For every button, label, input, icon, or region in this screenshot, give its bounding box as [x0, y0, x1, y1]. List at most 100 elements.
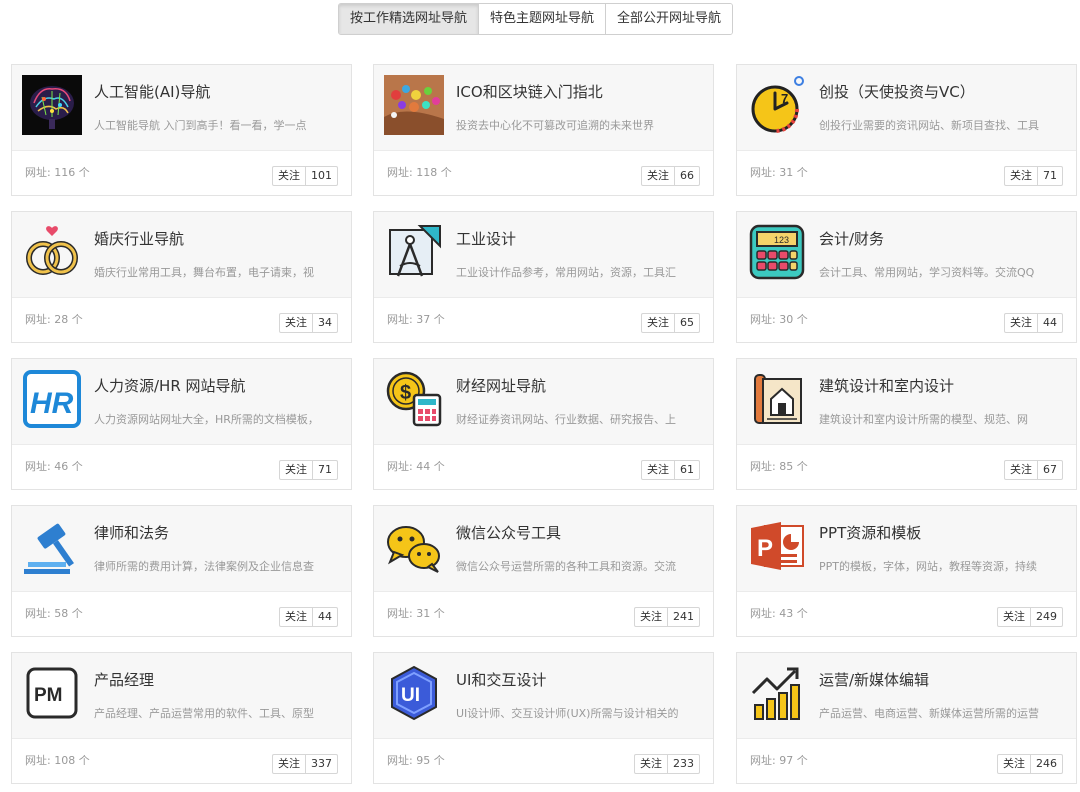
ai-brain-icon: [22, 75, 82, 135]
svg-text:123: 123: [774, 235, 789, 245]
card-header: PM 产品经理 产品经理、产品运营常用的软件、工具、原型: [12, 653, 351, 739]
follow-button[interactable]: 关注 67: [1004, 460, 1063, 480]
card-description: PPT的模板，字体，网站，教程等资源，持续: [819, 560, 1037, 573]
follow-button[interactable]: 关注 65: [641, 313, 700, 333]
card-header: 婚庆行业导航 婚庆行业常用工具，舞台布置，电子请柬，视: [12, 212, 351, 298]
follow-button[interactable]: 关注 246: [997, 754, 1063, 774]
card-ai[interactable]: 人工智能(AI)导航 人工智能导航 入门到高手！看一看，学一点 网址: 116 …: [11, 64, 352, 196]
card-ppt[interactable]: P PPT资源和模板 PPT的模板，字体，网站，教程等资源，持续 网址: 43 …: [736, 505, 1077, 637]
url-count: 网址: 46 个: [25, 460, 83, 473]
follow-button[interactable]: 关注 337: [272, 754, 338, 774]
follow-count: 66: [680, 169, 694, 182]
calculator-icon: 123: [747, 222, 807, 282]
svg-text:HR: HR: [30, 387, 74, 420]
card-header: $ 财经网址导航 财经证券资讯网站、行业数据、研究报告、上: [374, 359, 713, 445]
card-title[interactable]: 创投（天使投资与VC）: [819, 81, 975, 102]
card-legal[interactable]: 律师和法务 律师所需的费用计算，法律案例及企业信息查 网址: 58 个 关注 4…: [11, 505, 352, 637]
card-header: 人工智能(AI)导航 人工智能导航 入门到高手！看一看，学一点: [12, 65, 351, 151]
follow-label: 关注: [1005, 167, 1038, 185]
tab-work-picks[interactable]: 按工作精选网址导航: [339, 4, 480, 34]
card-title[interactable]: ICO和区块链入门指北: [456, 81, 603, 102]
card-wedding[interactable]: 婚庆行业导航 婚庆行业常用工具，舞台布置，电子请柬，视 网址: 28 个 关注 …: [11, 211, 352, 343]
nav-tabs: 按工作精选网址导航 特色主题网址导航 全部公开网址导航: [338, 3, 734, 35]
card-venture[interactable]: 7 创投（天使投资与VC） 创投行业需要的资讯网站、新项目查找、工具 网址: 3…: [736, 64, 1077, 196]
wedding-rings-icon: [22, 222, 82, 282]
card-operations[interactable]: 运营/新媒体编辑 产品运营、电商运营、新媒体运营所需的运营 网址: 97 个 关…: [736, 652, 1077, 784]
card-wechat[interactable]: 微信公众号工具 微信公众号运营所需的各种工具和资源。交流 网址: 31 个 关注…: [373, 505, 714, 637]
follow-button[interactable]: 关注 61: [641, 460, 700, 480]
follow-label: 关注: [1005, 314, 1038, 332]
card-description: 工业设计作品参考，常用网站，资源，工具汇: [456, 266, 676, 279]
card-title[interactable]: 律师和法务: [94, 522, 169, 543]
card-header: 建筑设计和室内设计 建筑设计和室内设计所需的模型、规范、网: [737, 359, 1076, 445]
card-hr[interactable]: HR 人力资源/HR 网站导航 人力资源网站网址大全，HR所需的文档模板， 网址…: [11, 358, 352, 490]
card-title[interactable]: 婚庆行业导航: [94, 228, 184, 249]
drafting-compass-icon: [384, 222, 444, 282]
follow-count: 71: [1043, 169, 1057, 182]
url-count: 网址: 118 个: [387, 166, 452, 179]
url-count: 网址: 30 个: [750, 313, 808, 326]
follow-label: 关注: [642, 314, 675, 332]
follow-count: 249: [1036, 610, 1057, 623]
card-header: 运营/新媒体编辑 产品运营、电商运营、新媒体运营所需的运营: [737, 653, 1076, 739]
tab-all-public[interactable]: 全部公开网址导航: [606, 4, 733, 34]
url-count: 网址: 44 个: [387, 460, 445, 473]
follow-count: 246: [1036, 757, 1057, 770]
follow-count: 44: [1043, 316, 1057, 329]
follow-label: 关注: [998, 608, 1031, 626]
follow-button[interactable]: 关注 241: [634, 607, 700, 627]
card-title[interactable]: PPT资源和模板: [819, 522, 921, 543]
card-header: ICO和区块链入门指北 投资去中心化不可篡改可追溯的未来世界: [374, 65, 713, 151]
card-header: UI UI和交互设计 UI设计师、交互设计师(UX)所需与设计相关的: [374, 653, 713, 739]
card-ui-design[interactable]: UI UI和交互设计 UI设计师、交互设计师(UX)所需与设计相关的 网址: 9…: [373, 652, 714, 784]
card-description: 律师所需的费用计算，法律案例及企业信息查: [94, 560, 314, 573]
card-title[interactable]: 工业设计: [456, 228, 516, 249]
card-title[interactable]: 建筑设计和室内设计: [819, 375, 954, 396]
coin-calculator-icon: $: [384, 369, 444, 429]
follow-button[interactable]: 关注 44: [279, 607, 338, 627]
follow-count: 241: [673, 610, 694, 623]
card-title[interactable]: 人工智能(AI)导航: [94, 81, 210, 102]
follow-label: 关注: [642, 167, 675, 185]
card-title[interactable]: 运营/新媒体编辑: [819, 669, 929, 690]
card-title[interactable]: 微信公众号工具: [456, 522, 561, 543]
follow-count: 337: [311, 757, 332, 770]
card-architecture[interactable]: 建筑设计和室内设计 建筑设计和室内设计所需的模型、规范、网 网址: 85 个 关…: [736, 358, 1077, 490]
url-count: 网址: 28 个: [25, 313, 83, 326]
follow-count: 71: [318, 463, 332, 476]
follow-button[interactable]: 关注 71: [279, 460, 338, 480]
follow-button[interactable]: 关注 66: [641, 166, 700, 186]
url-count: 网址: 31 个: [387, 607, 445, 620]
follow-label: 关注: [998, 755, 1031, 773]
card-accounting[interactable]: 123 会计/财务 会计工具、常用网站，学习资料等。交流QQ 网址: 30 个 …: [736, 211, 1077, 343]
card-title[interactable]: UI和交互设计: [456, 669, 546, 690]
card-header: P PPT资源和模板 PPT的模板，字体，网站，教程等资源，持续: [737, 506, 1076, 592]
card-product-manager[interactable]: PM 产品经理 产品经理、产品运营常用的软件、工具、原型 网址: 108 个 关…: [11, 652, 352, 784]
follow-button[interactable]: 关注 101: [272, 166, 338, 186]
card-title[interactable]: 会计/财务: [819, 228, 884, 249]
follow-button[interactable]: 关注 34: [279, 313, 338, 333]
card-header: 律师和法务 律师所需的费用计算，法律案例及企业信息查: [12, 506, 351, 592]
follow-button[interactable]: 关注 249: [997, 607, 1063, 627]
card-title[interactable]: 财经网址导航: [456, 375, 546, 396]
follow-button[interactable]: 关注 44: [1004, 313, 1063, 333]
svg-text:UI: UI: [401, 685, 420, 706]
card-title[interactable]: 产品经理: [94, 669, 154, 690]
follow-button[interactable]: 关注 233: [634, 754, 700, 774]
card-description: 人工智能导航 入门到高手！看一看，学一点: [94, 119, 307, 132]
card-header: 7 创投（天使投资与VC） 创投行业需要的资讯网站、新项目查找、工具: [737, 65, 1076, 151]
url-count: 网址: 97 个: [750, 754, 808, 767]
card-finance[interactable]: $ 财经网址导航 财经证券资讯网站、行业数据、研究报告、上 网址: 44 个 关…: [373, 358, 714, 490]
card-description: 建筑设计和室内设计所需的模型、规范、网: [819, 413, 1028, 426]
card-description: 微信公众号运营所需的各种工具和资源。交流: [456, 560, 676, 573]
card-title[interactable]: 人力资源/HR 网站导航: [94, 375, 246, 396]
card-industrial-design[interactable]: 工业设计 工业设计作品参考，常用网站，资源，工具汇 网址: 37 个 关注 65: [373, 211, 714, 343]
follow-count: 233: [673, 757, 694, 770]
tab-featured-themes[interactable]: 特色主题网址导航: [479, 4, 607, 34]
card-blockchain[interactable]: ICO和区块链入门指北 投资去中心化不可篡改可追溯的未来世界 网址: 118 个…: [373, 64, 714, 196]
blueprint-house-icon: [747, 369, 807, 429]
url-count: 网址: 95 个: [387, 754, 445, 767]
follow-count: 65: [680, 316, 694, 329]
powerpoint-icon: P: [747, 516, 807, 576]
follow-button[interactable]: 关注 71: [1004, 166, 1063, 186]
